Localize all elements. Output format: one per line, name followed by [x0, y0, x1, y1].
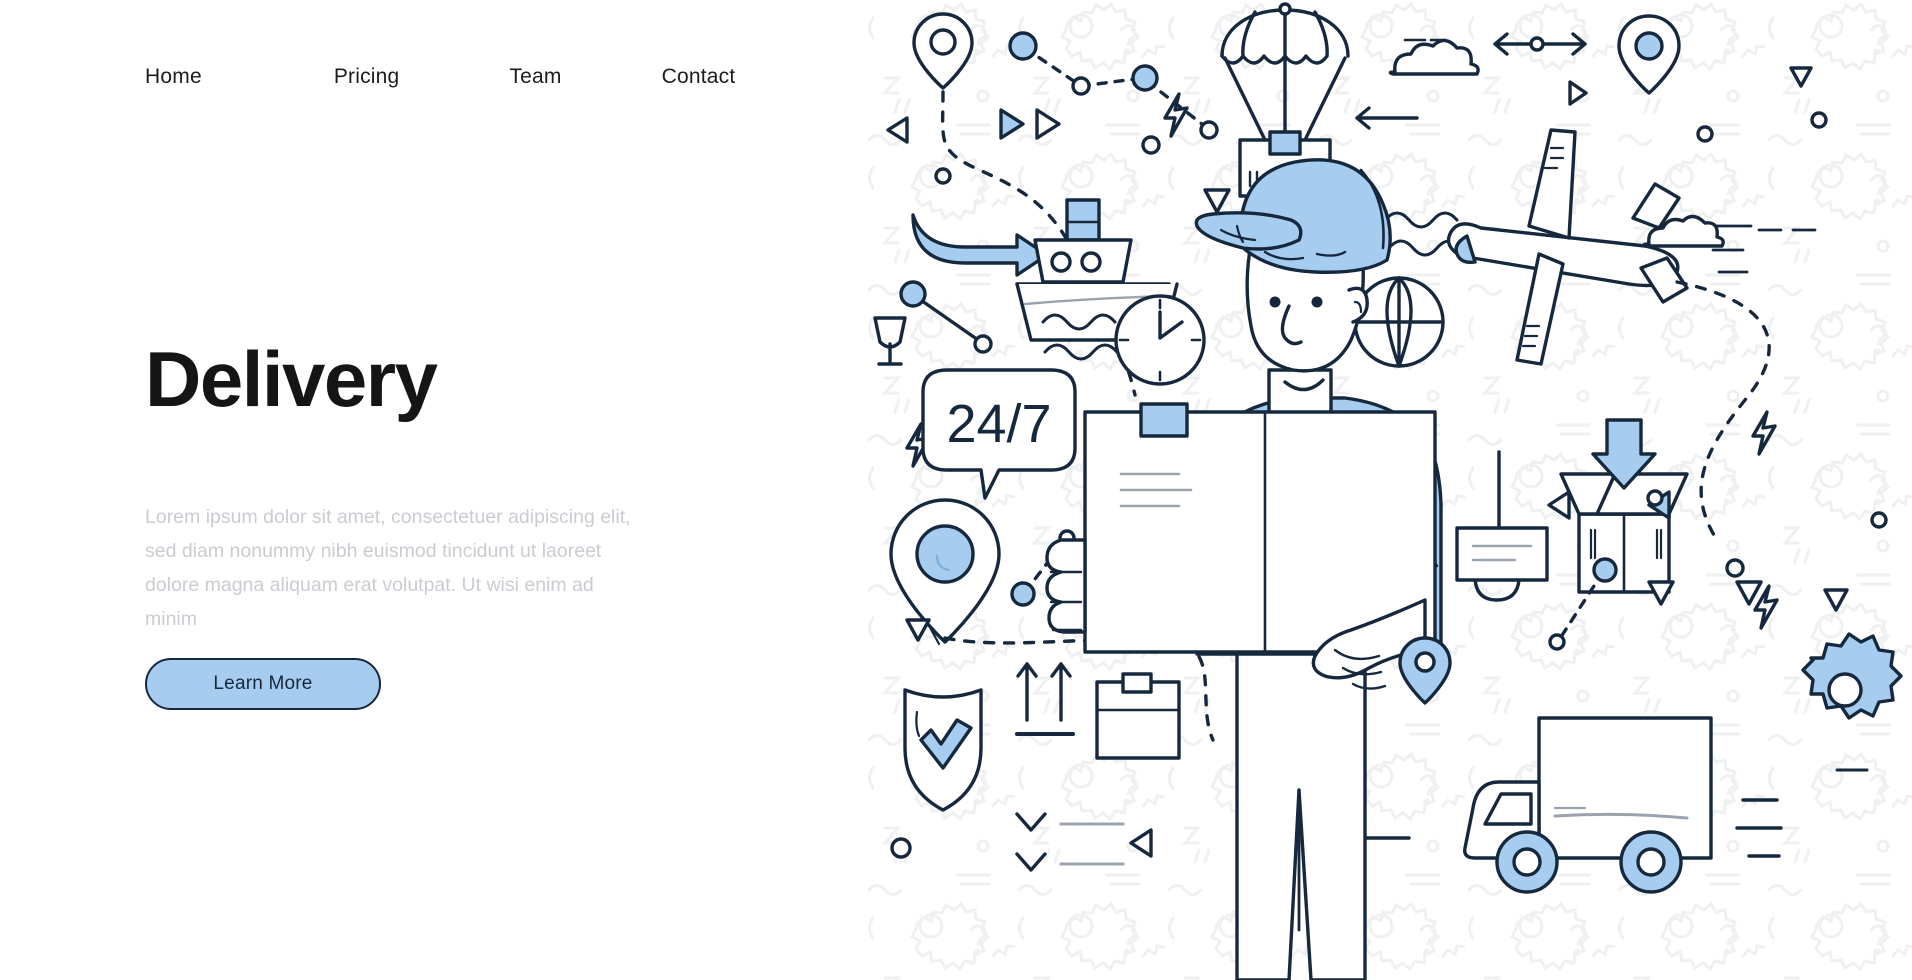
small-package-icon [1095, 672, 1181, 760]
crane-hook-icon [1455, 450, 1549, 602]
nav-item-team[interactable]: Team [509, 65, 561, 89]
hero-paragraph: Lorem ipsum dolor sit amet, consectetuer… [145, 506, 631, 630]
landing-page: Home Pricing Team Contact Delivery Lorem… [0, 0, 1912, 980]
nav-item-contact[interactable]: Contact [662, 65, 736, 89]
triangle-icon [1735, 580, 1763, 606]
airplane-icon [1446, 128, 1817, 366]
speech-bubble-24-7: 24/7 [921, 368, 1077, 500]
cloud-icon [1388, 38, 1480, 76]
package-box-icon [1083, 402, 1437, 654]
wine-glass-fragile-icon [873, 316, 907, 366]
delivery-illustration: 24/7 [865, 0, 1912, 980]
play-triangle-icon [886, 116, 909, 144]
dot-chain-left [899, 280, 993, 354]
lightning-bolt-icon [1163, 92, 1189, 138]
play-triangle-icon [1568, 80, 1588, 106]
speech-bubble-text: 24/7 [946, 394, 1051, 454]
lightning-bolt-icon [1753, 584, 1779, 630]
globe-icon [1353, 276, 1445, 368]
illustration-panel: 24/7 [865, 0, 1912, 980]
gear-icon [1801, 632, 1903, 720]
clock-icon [1114, 294, 1206, 386]
triangle-icon [1203, 188, 1231, 214]
learn-more-label: Learn More [213, 673, 313, 694]
triangle-icon [905, 618, 931, 642]
nav-item-pricing[interactable]: Pricing [334, 65, 400, 89]
arrow-left-icon [1355, 106, 1419, 130]
learn-more-button[interactable]: Learn More [145, 658, 381, 710]
hand-left [1045, 538, 1087, 634]
left-content-panel: Home Pricing Team Contact Delivery Lorem… [0, 0, 865, 980]
delivery-truck-icon [1463, 716, 1783, 894]
location-pin-outline-icon [912, 12, 974, 90]
double-arrow-icon [1493, 32, 1587, 56]
play-triangle-icon [999, 108, 1061, 140]
lightning-bolt-icon [1751, 410, 1777, 456]
shield-check-icon [903, 688, 983, 812]
location-pin-filled-icon [1617, 14, 1681, 95]
location-pin-small-icon [1398, 636, 1452, 705]
curved-arrow-icon [911, 213, 1049, 277]
nav-item-home[interactable]: Home [145, 65, 202, 89]
main-navigation: Home Pricing Team Contact [145, 65, 735, 89]
triangle-icon [1129, 828, 1153, 858]
page-title: Delivery [145, 335, 438, 423]
